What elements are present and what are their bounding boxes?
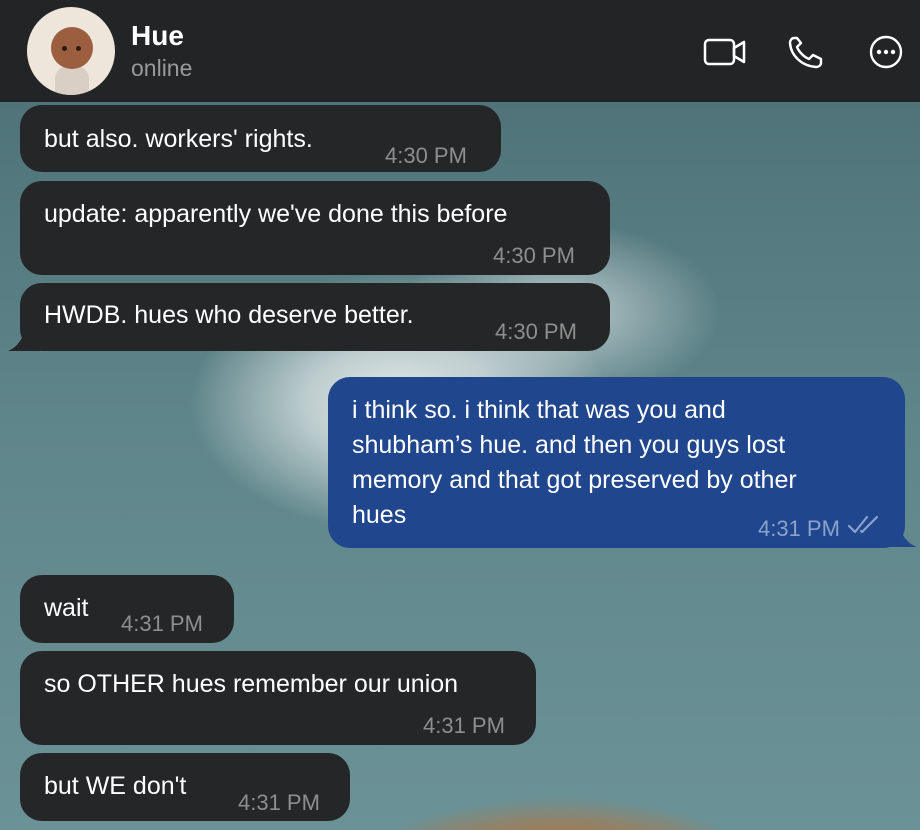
message-text: update: apparently we've done this befor… (44, 200, 508, 228)
message-text: so OTHER hues remember our union (44, 670, 459, 698)
message-bubble-incoming[interactable]: so OTHER hues remember our union 4:31 PM (20, 651, 536, 745)
message-time: 4:31 PM (423, 713, 505, 738)
contact-avatar[interactable] (27, 7, 115, 95)
chat-header: Hue online (0, 0, 920, 102)
message-line: shubham’s hue. and then you guys lost (352, 431, 786, 459)
message-bubble-incoming[interactable]: update: apparently we've done this befor… (20, 181, 610, 275)
message-bubble-incoming[interactable]: HWDB. hues who deserve better. 4:30 PM (20, 283, 610, 351)
message-text: but WE don't (44, 772, 187, 800)
message-bubble-incoming[interactable]: but WE don't 4:31 PM (20, 753, 350, 821)
video-camera-icon[interactable] (703, 34, 747, 70)
phone-icon[interactable] (786, 34, 830, 70)
double-check-read-icon (847, 515, 879, 534)
message-line: i think so. i think that was you and (352, 396, 726, 424)
message-bubble-outgoing[interactable]: i think so. i think that was you and shu… (328, 377, 905, 548)
message-text: HWDB. hues who deserve better. (44, 301, 414, 329)
message-time: 4:30 PM (385, 143, 467, 168)
message-line: memory and that got preserved by other (352, 466, 797, 494)
message-time: 4:31 PM (238, 790, 320, 815)
message-bubble-incoming[interactable]: wait 4:31 PM (20, 575, 234, 643)
contact-name[interactable]: Hue (131, 20, 184, 52)
message-text: wait (44, 594, 89, 622)
message-line: hues (352, 501, 407, 529)
message-text: but also. workers' rights. (44, 125, 313, 153)
contact-status: online (131, 55, 193, 81)
message-time: 4:30 PM (493, 243, 575, 268)
message-time: 4:31 PM (758, 516, 840, 541)
message-time: 4:31 PM (121, 611, 203, 636)
message-bubble-incoming[interactable]: but also. workers' rights. 4:30 PM (20, 105, 501, 172)
more-options-icon[interactable] (864, 34, 908, 70)
message-time: 4:30 PM (495, 319, 577, 344)
